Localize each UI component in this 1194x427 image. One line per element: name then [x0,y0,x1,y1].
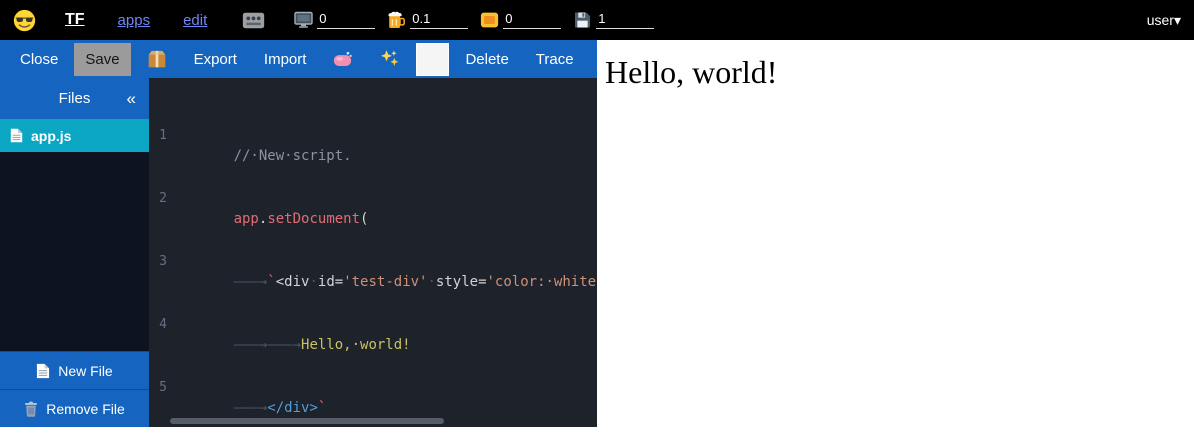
coin-value-input[interactable] [503,11,561,29]
code-text: //·New·script. [179,125,352,146]
brand-link[interactable]: TF [65,11,85,29]
code-line-5[interactable]: 5 ———→</div>` [149,377,597,398]
whitespace-tab: ———→ [234,337,268,353]
trash-icon [24,401,38,417]
delete-button[interactable]: Delete [454,43,519,76]
app-preview: Hello, world! [597,40,1194,427]
package-button[interactable] [136,43,178,76]
line-number: 5 [149,377,179,398]
whitespace-dot: · [427,274,435,290]
whitespace-tab: ———→ [267,337,301,353]
file-icon [10,128,23,143]
soap-button[interactable] [322,43,364,76]
import-button[interactable]: Import [253,43,318,76]
whitespace-dot: · [309,274,317,290]
sparkles-button[interactable] [369,43,411,76]
line-number: 2 [149,188,179,209]
code-token: ` [267,274,275,290]
files-panel: Files « app.js New Fi [0,78,149,427]
remove-file-label: Remove File [46,401,125,417]
beer-meter [387,11,468,29]
file-name: app.js [31,128,71,144]
code-text: app.setDocument( [179,188,368,209]
coin-icon [480,11,499,29]
save-button[interactable]: Save [74,43,130,76]
monitor-icon [294,11,313,29]
user-menu[interactable]: user▾ [1147,12,1181,29]
new-file-icon [36,363,50,379]
code-text: ———→</div>` [179,377,326,398]
new-file-label: New File [58,363,112,379]
beer-value-input[interactable] [410,11,468,29]
code-token: </div> [267,400,318,416]
code-token: 'test-div' [343,274,427,290]
code-token: 'color:·white;·f [487,274,598,290]
code-line-4[interactable]: 4 ———→———→Hello,·world! [149,314,597,335]
sunglasses-face-icon[interactable] [13,9,36,32]
file-actions: New File Remove File [0,351,149,427]
code-line-2[interactable]: 2 app.setDocument( [149,188,597,209]
code-token: setDocument [267,211,360,227]
line-number: 1 [149,125,179,146]
collapse-panel-button[interactable]: « [127,89,136,109]
editor-toolbar: Close Save Export Import Delete Trace [0,40,597,78]
storage-value-input[interactable] [596,11,654,29]
code-text: ———→———→Hello,·world! [179,314,411,335]
files-header: Files « [0,78,149,119]
code-token: style= [436,274,487,290]
beer-icon [387,11,406,29]
monitor-value-input[interactable] [317,11,375,29]
sparkles-icon [380,49,400,69]
preview-heading: Hello, world! [605,54,1194,91]
nav-link-edit[interactable]: edit [183,12,207,29]
soap-icon [333,49,353,69]
nav-link-apps[interactable]: apps [118,12,151,29]
code-line-3[interactable]: 3 ———→`<div·id='test-div'·style='color:·… [149,251,597,272]
code-text: ———→`<div·id='test-div'·style='color:·wh… [179,251,597,272]
horizontal-scrollbar[interactable] [170,418,444,424]
trace-button[interactable]: Trace [525,43,585,76]
monitor-meter [294,11,375,29]
coin-meter [480,11,561,29]
topbar: TF apps edit [0,0,1194,40]
code-token: <div [276,274,310,290]
close-button[interactable]: Close [9,43,69,76]
line-number: 3 [149,251,179,272]
file-item-appjs[interactable]: app.js [0,119,149,152]
code-line-1[interactable]: 1 //·New·script. [149,125,597,146]
code-token: //·New·script. [234,148,352,164]
whitespace-tab: ———→ [234,400,268,416]
code-token: id= [318,274,343,290]
files-title: Files [59,90,91,107]
floppy-icon [573,11,592,29]
new-file-button[interactable]: New File [0,351,149,389]
blank-button[interactable] [416,43,449,76]
storage-meter [573,11,654,29]
code-editor[interactable]: 1 //·New·script. 2 app.setDocument( 3 ——… [149,78,597,427]
code-token: app [234,211,259,227]
code-token: ( [360,211,368,227]
code-token: Hello,·world! [301,337,411,353]
whitespace-tab: ———→ [234,274,268,290]
line-number: 4 [149,314,179,335]
remove-file-button[interactable]: Remove File [0,389,149,427]
code-token: ` [318,400,326,416]
export-button[interactable]: Export [183,43,248,76]
package-icon [147,49,167,69]
console-icon[interactable] [242,11,265,30]
